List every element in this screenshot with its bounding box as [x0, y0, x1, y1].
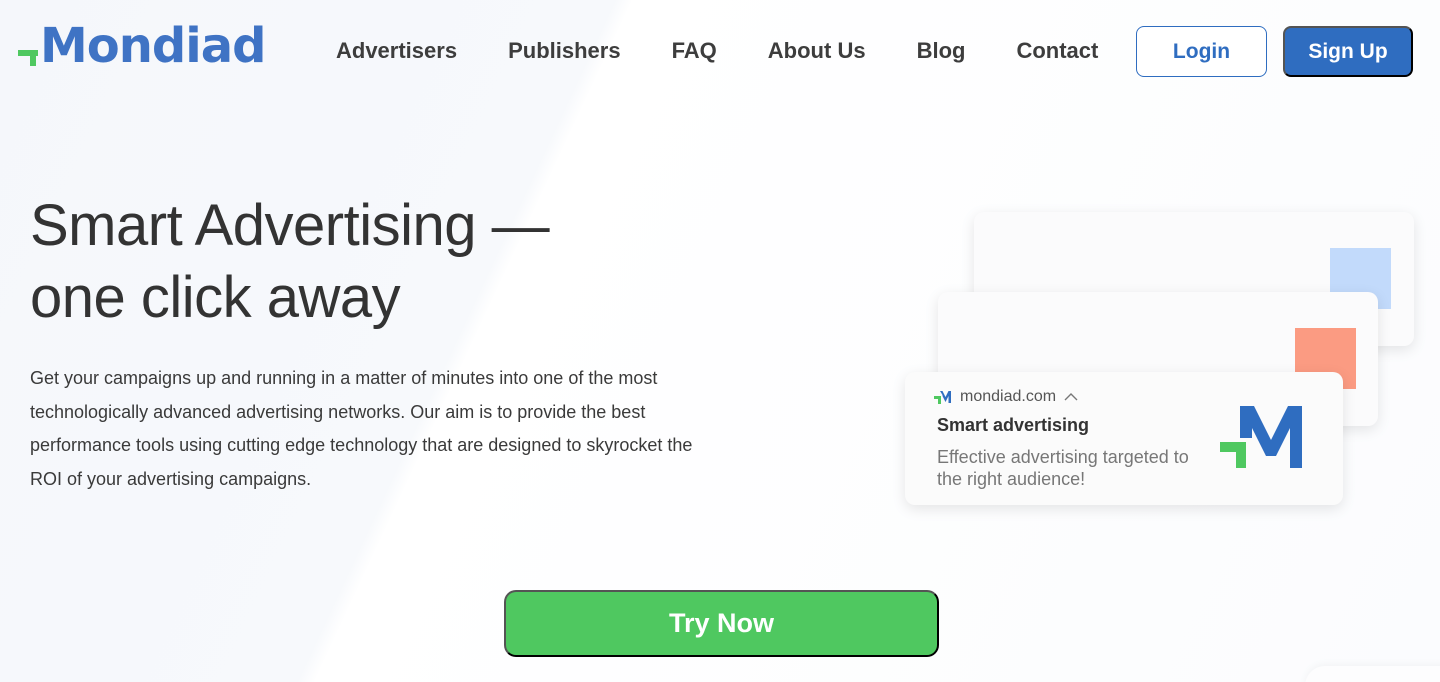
mondiad-small-icon	[934, 391, 951, 404]
nav-blog[interactable]: Blog	[917, 36, 966, 66]
mondiad-m-logo-icon	[1220, 406, 1302, 468]
logo-plus-icon	[18, 50, 38, 66]
main-nav: Advertisers Publishers FAQ About Us Blog…	[336, 36, 1149, 66]
login-button[interactable]: Login	[1136, 26, 1267, 77]
nav-advertisers[interactable]: Advertisers	[336, 36, 457, 66]
nav-contact[interactable]: Contact	[1016, 36, 1098, 66]
nav-about-us[interactable]: About Us	[768, 36, 866, 66]
hero-title: Smart Advertising — one click away	[30, 190, 650, 334]
try-now-button[interactable]: Try Now	[504, 590, 939, 657]
sign-up-button[interactable]: Sign Up	[1283, 26, 1413, 77]
notification-source: mondiad.com	[934, 388, 1078, 406]
hero-description: Get your campaigns up and running in a m…	[30, 368, 693, 489]
nav-publishers[interactable]: Publishers	[508, 36, 620, 66]
notification-domain: mondiad.com	[960, 388, 1057, 405]
logo-text: Mondiad	[40, 18, 266, 74]
hero-title-line-1: Smart Advertising —	[30, 193, 550, 258]
mondiad-logo[interactable]: Mondiad	[18, 18, 266, 74]
hero-title-line-2: one click away	[30, 265, 401, 330]
nav-faq[interactable]: FAQ	[672, 36, 717, 66]
floating-widget-edge	[1305, 666, 1440, 682]
notification-body: Effective advertising targeted to the ri…	[937, 447, 1189, 489]
chevron-up-icon	[1064, 393, 1078, 401]
notification-title: Smart advertising	[937, 415, 1090, 435]
